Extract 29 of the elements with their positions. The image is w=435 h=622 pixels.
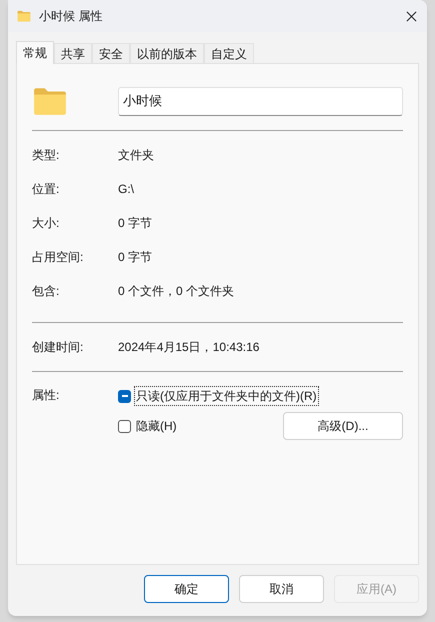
field-label: 属性: bbox=[32, 387, 60, 404]
window-title: 小时候 属性 bbox=[39, 8, 102, 25]
folder-icon bbox=[17, 10, 31, 22]
field-label: 大小: bbox=[32, 215, 60, 232]
field-value: 0 字节 bbox=[118, 215, 152, 232]
tab[interactable]: 以前的版本 bbox=[130, 43, 204, 63]
checkbox[interactable] bbox=[118, 390, 131, 402]
tab[interactable]: 自定义 bbox=[204, 43, 254, 63]
field-value: G:\ bbox=[118, 181, 134, 198]
tab[interactable]: 安全 bbox=[92, 43, 130, 63]
field-label: 包含: bbox=[32, 283, 60, 300]
field-label: 类型: bbox=[32, 147, 60, 164]
field-value: 0 字节 bbox=[118, 249, 152, 266]
dialog-button[interactable]: 确定 bbox=[144, 575, 229, 603]
field-label: 位置: bbox=[32, 181, 60, 198]
checkbox-label[interactable]: 隐藏(H) bbox=[134, 416, 179, 436]
field-value: 2024年4月15日，10:43:16 bbox=[118, 339, 260, 356]
field-label: 创建时间: bbox=[32, 339, 84, 356]
advanced-button[interactable]: 高级(D)... bbox=[283, 412, 403, 440]
checkbox-label[interactable]: 只读(仅应用于文件夹中的文件)(R) bbox=[134, 386, 319, 406]
field-value: 文件夹 bbox=[118, 147, 154, 164]
tab[interactable]: 常规 bbox=[16, 41, 54, 64]
field-value: 0 个文件，0 个文件夹 bbox=[118, 283, 234, 300]
close-icon[interactable] bbox=[406, 10, 417, 22]
tab[interactable]: 共享 bbox=[54, 43, 92, 63]
dialog-button[interactable]: 取消 bbox=[239, 575, 324, 603]
field-label: 占用空间: bbox=[32, 249, 84, 266]
checkbox[interactable] bbox=[118, 420, 131, 432]
name-field[interactable]: 小时候 bbox=[118, 86, 403, 116]
